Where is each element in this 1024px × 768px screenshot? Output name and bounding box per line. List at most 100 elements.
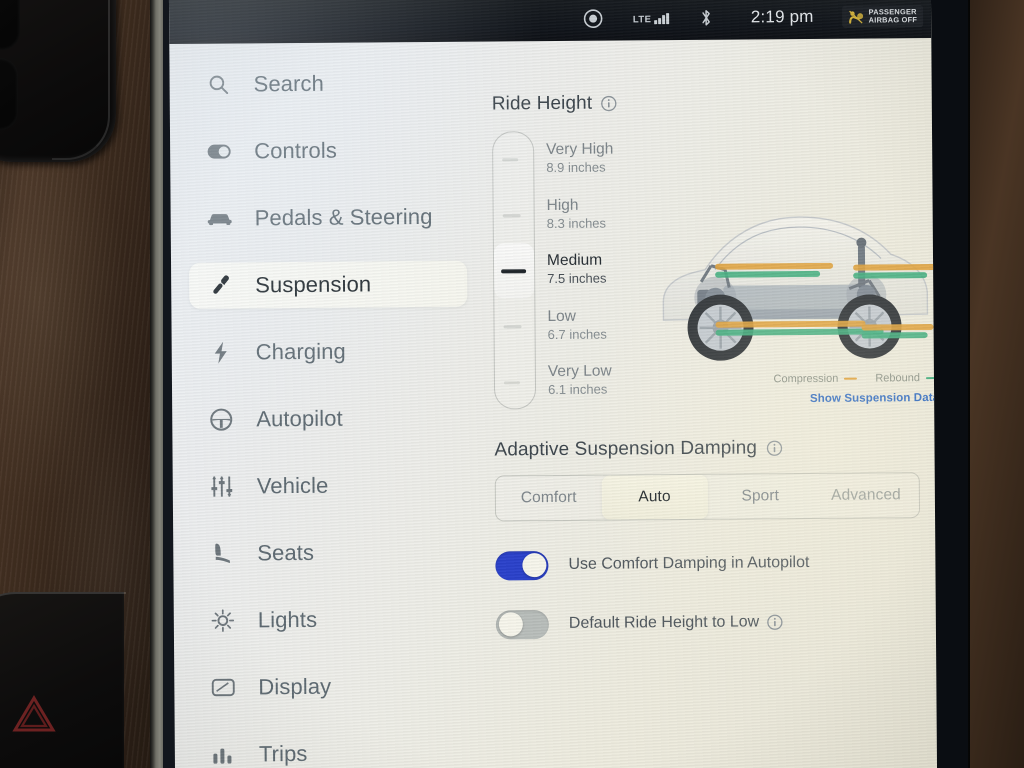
level-mark-medium[interactable] — [501, 269, 527, 274]
network-label: LTE — [632, 13, 652, 25]
option-value: 8.3 inches — [546, 215, 607, 231]
cupholder-front — [0, 0, 20, 50]
damping-section: Adaptive Suspension Damping Comfort Auto… — [494, 436, 925, 521]
legend-swatch-compression — [844, 377, 858, 380]
level-mark-very-low[interactable] — [503, 381, 520, 385]
lightning-bolt-icon — [208, 340, 234, 366]
status-bar: LTE 2:19 pm PASSENGER AIRBAG OFF — [168, 0, 932, 45]
level-mark-low[interactable] — [503, 325, 522, 329]
option-value: 7.5 inches — [547, 270, 607, 287]
sidebar-item-pedals-steering[interactable]: Pedals & Steering — [189, 194, 479, 242]
option-name: Medium — [546, 251, 603, 270]
legend-item-compression: Compression — [773, 372, 858, 386]
console-highlight-edge — [52, 0, 110, 160]
ride-height-option-very-high[interactable]: Very High 8.9 inches — [546, 131, 614, 187]
sidebar-item-display[interactable]: Display — [192, 663, 482, 711]
status-badge-passenger-airbag: PASSENGER AIRBAG OFF — [841, 5, 924, 28]
sliders-icon — [209, 474, 235, 500]
info-circle-icon[interactable] — [601, 95, 617, 112]
ride-height-option-low[interactable]: Low 6.7 inches — [547, 297, 615, 353]
display-screen-icon — [210, 674, 236, 700]
option-name: High — [546, 196, 579, 214]
sidebar-item-label: Display — [258, 673, 332, 700]
ride-height-heading: Ride Height — [492, 90, 922, 115]
sun-lights-icon — [210, 607, 236, 633]
search-icon — [206, 72, 232, 98]
sidebar-item-label: Charging — [255, 338, 346, 365]
ride-height-option-medium[interactable]: Medium 7.5 inches — [547, 242, 615, 298]
option-value: 6.7 inches — [547, 326, 607, 342]
sidebar-item-vehicle[interactable]: Vehicle — [191, 462, 481, 510]
sidebar-item-label: Pedals & Steering — [254, 203, 433, 231]
vehicle-xray-suspension-icon — [652, 168, 937, 390]
option-value: 6.1 inches — [547, 381, 608, 398]
sidebar-item-suspension[interactable]: Suspension — [189, 260, 468, 309]
sidebar-item-seats[interactable]: Seats — [191, 529, 481, 577]
ride-height-option-very-low[interactable]: Very Low 6.1 inches — [548, 353, 616, 409]
option-value: 8.9 inches — [546, 159, 606, 176]
passenger-airbag-icon — [848, 10, 863, 24]
sidebar-item-charging[interactable]: Charging — [190, 328, 480, 376]
toggle-knob — [498, 612, 523, 637]
sidebar-item-autopilot[interactable]: Autopilot — [190, 395, 480, 443]
setting-label-text: Default Ride Height to Low — [568, 613, 760, 632]
option-name: Very High — [546, 140, 614, 159]
sidebar-item-label: Trips — [258, 740, 308, 767]
setting-row-default-ride-height-low: Default Ride Height to Low — [495, 607, 926, 639]
ride-height-options: Very High 8.9 inches High 8.3 inches Med… — [534, 131, 615, 409]
sidebar-item-lights[interactable]: Lights — [192, 596, 482, 644]
suspension-legend: Compression Rebound — [749, 372, 938, 386]
sidebar-item-label: Lights — [257, 606, 318, 633]
setting-row-comfort-damping-autopilot: Use Comfort Damping in Autopilot — [495, 548, 925, 580]
trips-chart-icon — [211, 741, 237, 767]
cupholder-rear — [0, 58, 18, 130]
damping-option-sport[interactable]: Sport — [707, 473, 813, 518]
sidebar-item-label: Seats — [257, 539, 315, 566]
section-title-text: Adaptive Suspension Damping — [494, 436, 758, 460]
show-suspension-data-link[interactable]: Show Suspension Data — [749, 392, 937, 405]
sidebar-item-controls[interactable]: Controls — [188, 127, 478, 175]
damping-option-comfort[interactable]: Comfort — [496, 475, 602, 520]
legend-item-rebound: Rebound — [875, 372, 938, 385]
record-circle-icon[interactable] — [583, 9, 603, 29]
option-name: Very Low — [547, 362, 612, 381]
steering-wheel-icon — [208, 407, 234, 433]
setting-label-text: Use Comfort Damping in Autopilot — [568, 553, 810, 573]
damping-heading: Adaptive Suspension Damping — [494, 436, 924, 461]
damping-option-auto[interactable]: Auto — [601, 474, 708, 520]
sidebar-item-label: Search — [253, 70, 325, 97]
sidebar-item-label: Controls — [254, 137, 337, 164]
lower-console-edge — [0, 592, 126, 768]
suspension-settings-pane: Ride Height Very High 8.9 inches High 8.… — [492, 90, 938, 639]
wood-trim-right — [966, 0, 1024, 768]
section-title-text: Ride Height — [491, 92, 593, 115]
legend-label: Compression — [773, 372, 839, 386]
toggle-default-ride-height-to-low[interactable] — [495, 609, 549, 639]
sidebar-item-search[interactable]: Search — [187, 60, 477, 108]
settings-sidebar: Search Controls Pedals & Steering Suspen… — [187, 60, 483, 768]
setting-label: Use Comfort Damping in Autopilot — [568, 554, 809, 574]
option-name: Low — [547, 307, 576, 325]
level-mark-very-high[interactable] — [502, 158, 519, 162]
airbag-line-2: AIRBAG OFF — [868, 15, 918, 25]
info-circle-icon[interactable] — [767, 614, 783, 630]
toggle-switch-icon — [206, 139, 232, 165]
sidebar-item-label: Autopilot — [256, 405, 343, 432]
damping-mode-segmented-control[interactable]: Comfort Auto Sport Advanced — [494, 471, 921, 521]
damping-option-advanced[interactable]: Advanced — [813, 473, 919, 518]
ride-height-option-high[interactable]: High 8.3 inches — [546, 186, 614, 242]
level-mark-high[interactable] — [502, 214, 521, 218]
hazard-triangle-icon[interactable] — [8, 690, 60, 736]
info-circle-icon[interactable] — [766, 440, 782, 456]
signal-bars-icon — [654, 12, 669, 25]
toggle-knob — [521, 553, 547, 578]
car-seat-icon — [209, 541, 235, 567]
ride-height-track[interactable] — [492, 131, 537, 409]
sidebar-item-trips[interactable]: Trips — [193, 730, 483, 768]
cellular-status: LTE — [632, 12, 669, 25]
car-front-icon — [207, 206, 233, 232]
bluetooth-icon[interactable] — [699, 8, 713, 28]
dash-trim-shadow — [150, 0, 156, 768]
toggle-use-comfort-damping-in-autopilot[interactable] — [495, 550, 549, 580]
legend-label: Rebound — [875, 372, 921, 385]
